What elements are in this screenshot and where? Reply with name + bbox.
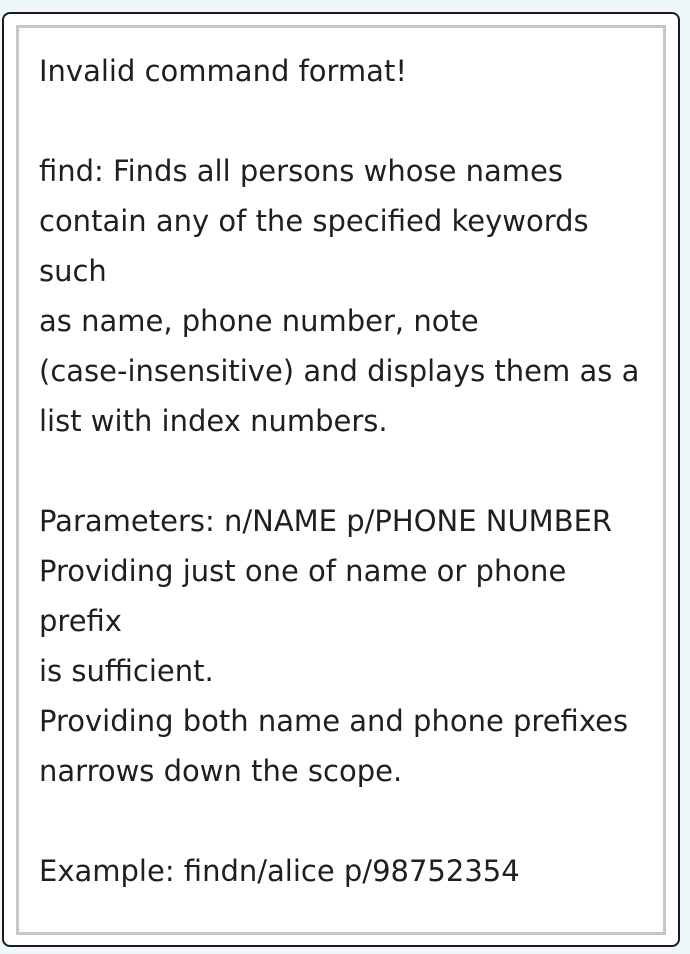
result-display-text[interactable]: Invalid command format! find: Finds all …	[16, 25, 666, 935]
app-window: Invalid command format! find: Finds all …	[0, 0, 690, 954]
result-display-panel: Invalid command format! find: Finds all …	[2, 12, 680, 947]
